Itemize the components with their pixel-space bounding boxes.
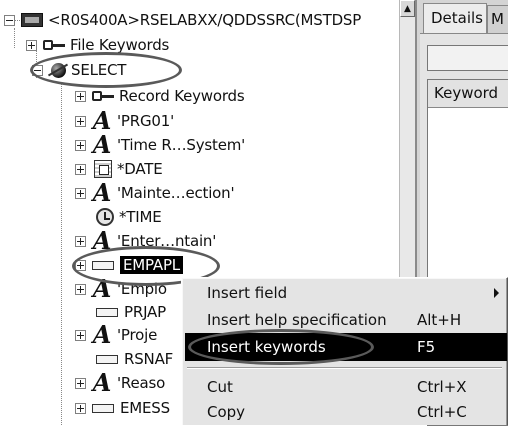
tree-item-enter-maintain[interactable]: A 'Enter…ntain': [75, 229, 216, 253]
key-icon: [92, 90, 114, 102]
menu-item-shortcut: Alt+H: [417, 311, 462, 329]
tree-item-emess[interactable]: EMESS: [75, 396, 170, 420]
expand-icon[interactable]: [75, 235, 86, 247]
field-icon: [92, 403, 114, 413]
constant-text-icon: A: [92, 274, 112, 303]
menu-item-shortcut: Ctrl+X: [417, 378, 467, 396]
key-icon: [43, 39, 65, 51]
tree-guide-line: [61, 84, 62, 425]
constant-text-icon: A: [92, 178, 112, 207]
tree-item-record-keywords[interactable]: Record Keywords: [75, 84, 245, 108]
scroll-up-icon[interactable]: ▲: [400, 0, 415, 17]
tree-item-label: 'PRG01': [117, 112, 175, 130]
expand-icon[interactable]: [26, 39, 37, 51]
tree-item-file-keywords[interactable]: File Keywords: [26, 33, 169, 57]
tree-item-label: *DATE: [117, 160, 163, 178]
tree-item-empapl[interactable]: EMPAPL: [75, 253, 183, 277]
application-window: <R0S400A>RSELABXX/QDDSSRC(MSTDSP File Ke…: [0, 0, 508, 426]
tree-item-label: EMPAPL: [120, 256, 183, 274]
menu-item-insert-keywords[interactable]: Insert keywords F5: [185, 333, 507, 361]
tree-item-label: 'Enter…ntain': [117, 232, 217, 250]
context-menu: Insert field Insert help specification A…: [181, 277, 508, 425]
menu-item-label: Insert help specification: [207, 311, 387, 329]
tree-item-select[interactable]: SELECT: [32, 58, 126, 82]
constant-text-icon: A: [92, 368, 112, 397]
expand-icon[interactable]: [75, 259, 86, 271]
expand-icon[interactable]: [75, 90, 86, 102]
menu-item-label: Insert field: [207, 284, 288, 302]
menu-item-shortcut: Ctrl+C: [417, 403, 467, 421]
tree-item-label: 'Mainte…ection': [117, 184, 235, 202]
menu-item-cut[interactable]: Cut Ctrl+X: [185, 373, 507, 401]
tree-item-prg01[interactable]: A 'PRG01': [75, 109, 174, 133]
field-icon: [96, 307, 118, 317]
expand-icon[interactable]: [75, 187, 86, 199]
submenu-arrow-icon: [494, 288, 499, 298]
tree-item-label: File Keywords: [70, 36, 170, 54]
expand-icon[interactable]: [75, 283, 86, 295]
constant-text-icon: A: [92, 226, 112, 255]
tree-item-label: Record Keywords: [119, 87, 245, 105]
tree-item-maintenance[interactable]: A 'Mainte…ection': [75, 178, 235, 207]
tree-item-label: 'Proje: [117, 326, 158, 344]
collapse-icon[interactable]: [4, 14, 15, 26]
tree-item-time-reporting[interactable]: A 'Time R…System': [75, 133, 245, 157]
tree-item-project[interactable]: A 'Proje: [75, 323, 157, 347]
keyword-column-header[interactable]: Keyword: [428, 80, 508, 108]
source-file-icon: [21, 13, 43, 27]
menu-item-label: Insert keywords: [207, 338, 326, 356]
tree-item-reason[interactable]: A 'Reaso: [75, 371, 165, 395]
tab-m[interactable]: M: [487, 5, 508, 33]
tree-item-label: *TIME: [119, 208, 162, 226]
tree-item-label: SELECT: [71, 61, 127, 79]
constant-text-icon: A: [92, 320, 112, 349]
expand-icon[interactable]: [75, 402, 86, 414]
constant-text-icon: A: [92, 106, 112, 135]
clock-icon: [96, 208, 114, 226]
tree-root-label: <R0S400A>RSELABXX/QDDSSRC(MSTDSP: [48, 11, 362, 29]
menu-item-insert-help-specification[interactable]: Insert help specification Alt+H: [185, 306, 507, 334]
tree-root-node[interactable]: <R0S400A>RSELABXX/QDDSSRC(MSTDSP: [4, 8, 361, 32]
tree-item-label: RSNAF: [124, 350, 174, 368]
tree-item-label: EMESS: [120, 399, 170, 417]
menu-item-insert-field[interactable]: Insert field: [185, 279, 507, 307]
expand-icon[interactable]: [75, 139, 86, 151]
expand-icon[interactable]: [75, 163, 86, 175]
record-format-icon: [47, 60, 69, 80]
tree-item-label: PRJAP: [124, 303, 166, 321]
details-filter-field[interactable]: [427, 45, 508, 71]
field-icon: [92, 260, 114, 270]
menu-separator: [187, 367, 502, 369]
tree-item-date[interactable]: *DATE: [75, 157, 163, 181]
menu-item-label: Copy: [207, 403, 246, 421]
tree-item-label: 'Reaso: [117, 374, 166, 392]
tab-details[interactable]: Details: [423, 3, 487, 33]
menu-item-label: Cut: [207, 378, 233, 396]
tree-item-label: 'Emplo: [117, 280, 167, 298]
menu-item-copy[interactable]: Copy Ctrl+C: [185, 398, 507, 426]
menu-item-shortcut: F5: [417, 338, 436, 356]
tree-item-employee[interactable]: A 'Emplo: [75, 277, 167, 301]
constant-text-icon: A: [92, 130, 112, 159]
tree-item-label: 'Time R…System': [117, 136, 246, 154]
field-icon: [96, 354, 118, 364]
expand-icon[interactable]: [75, 377, 86, 389]
date-icon: [94, 160, 112, 178]
collapse-icon[interactable]: [32, 64, 43, 76]
expand-icon[interactable]: [75, 115, 86, 127]
expand-icon[interactable]: [75, 329, 86, 341]
